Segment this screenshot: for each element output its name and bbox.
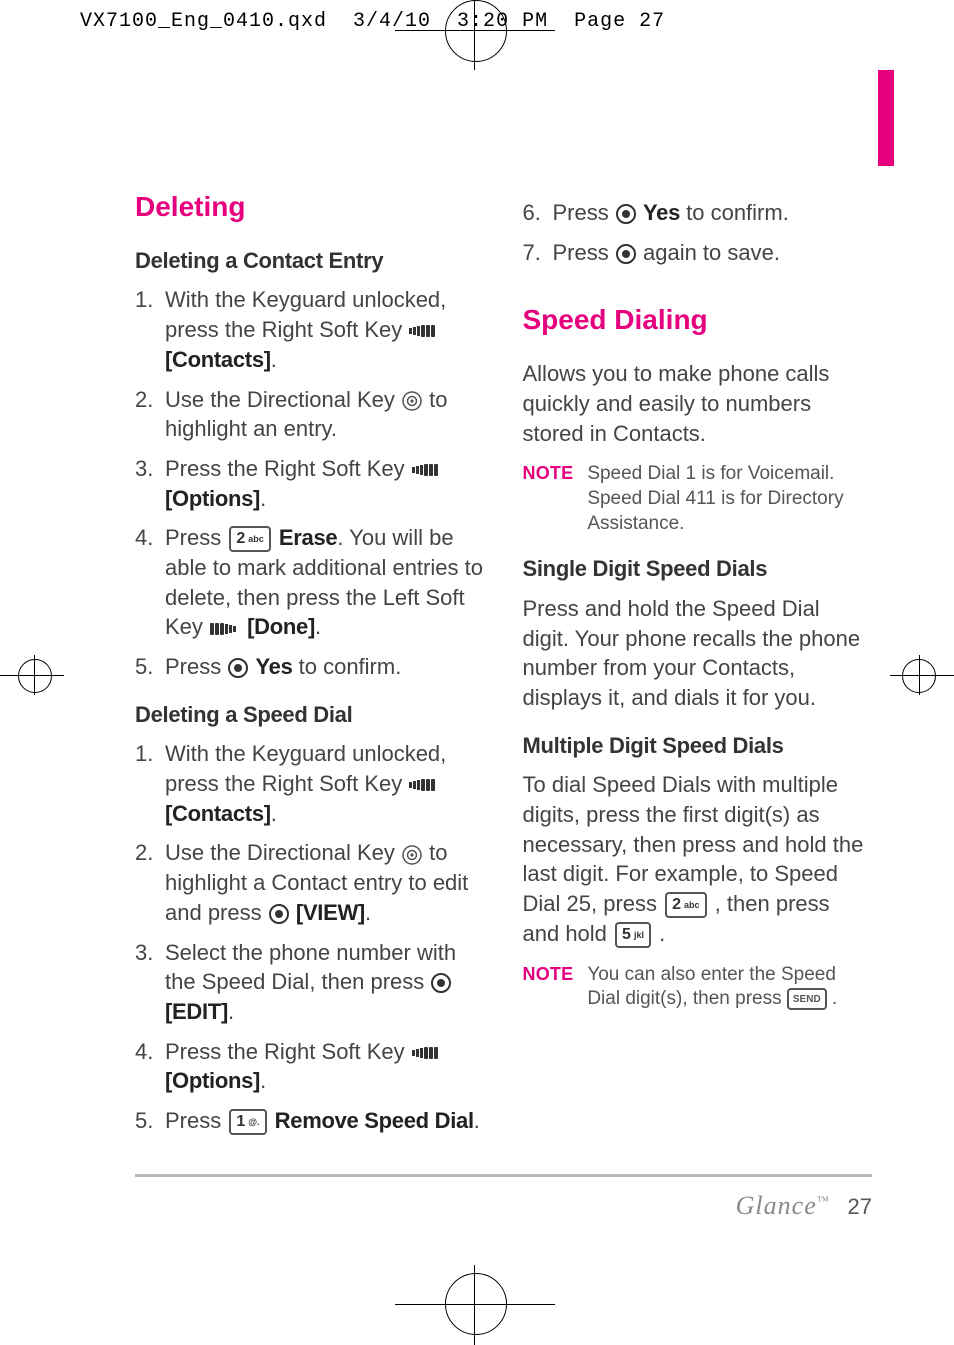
step: Press 2 abc Erase. You will be able to m… <box>135 523 485 642</box>
note-text: You can also enter the Speed Dial digit(… <box>587 963 872 1012</box>
footer-rule <box>135 1174 872 1177</box>
note-label: NOTE <box>523 963 574 1012</box>
note-label: NOTE <box>523 462 574 536</box>
subhead-multi-digit: Multiple Digit Speed Dials <box>523 731 873 761</box>
center-key-icon <box>228 658 248 678</box>
subhead-deleting-speed-dial: Deleting a Speed Dial <box>135 700 485 730</box>
keypad-1-icon: 1 @. <box>229 1109 266 1135</box>
step: With the Keyguard unlocked, press the Ri… <box>135 285 485 374</box>
page-footer: Glance™ 27 <box>736 1191 872 1221</box>
right-soft-key-icon <box>409 779 439 791</box>
right-soft-key-icon <box>412 464 442 476</box>
step: Press the Right Soft Key [Options]. <box>135 454 485 513</box>
steps-deleting-speed-dial: With the Keyguard unlocked, press the Ri… <box>135 739 485 1135</box>
note-send: NOTE You can also enter the Speed Dial d… <box>523 963 873 1012</box>
step: Select the phone number with the Speed D… <box>135 938 485 1027</box>
content-area: Deleting Deleting a Contact Entry With t… <box>135 188 872 1175</box>
right-soft-key-icon <box>409 325 439 337</box>
brand-logo: Glance™ <box>736 1191 830 1221</box>
page-number: 27 <box>848 1194 872 1220</box>
step: Press Yes to confirm. <box>523 198 873 228</box>
steps-deleting-contact: With the Keyguard unlocked, press the Ri… <box>135 285 485 681</box>
note-voicemail: NOTE Speed Dial 1 is for Voicemail. Spee… <box>523 462 873 536</box>
keypad-5-icon: 5 jkl <box>615 922 651 948</box>
note-text: Speed Dial 1 is for Voicemail. Speed Dia… <box>587 462 872 536</box>
step: Press Yes to confirm. <box>135 652 485 682</box>
directional-key-icon <box>402 845 422 865</box>
keypad-2-icon: 2 abc <box>229 526 270 552</box>
document-page: VX7100_Eng_0410.qxd 3/4/10 3:20 PM Page … <box>0 0 954 1335</box>
step: Use the Directional Key to highlight a C… <box>135 838 485 927</box>
registration-mark-right <box>890 655 954 695</box>
step: Press again to save. <box>523 238 873 268</box>
step: Use the Directional Key to highlight an … <box>135 385 485 444</box>
step: Press 1 @. Remove Speed Dial. <box>135 1106 485 1136</box>
section-title-speed-dialing: Speed Dialing <box>523 301 873 339</box>
speed-dial-intro: Allows you to make phone calls quickly a… <box>523 359 873 448</box>
center-key-icon <box>616 244 636 264</box>
steps-continued: Press Yes to confirm. Press again to sav… <box>523 198 873 267</box>
center-key-icon <box>269 904 289 924</box>
center-key-icon <box>431 973 451 993</box>
subhead-single-digit: Single Digit Speed Dials <box>523 554 873 584</box>
registration-mark-left <box>0 655 64 695</box>
subhead-deleting-contact: Deleting a Contact Entry <box>135 246 485 276</box>
left-soft-key-icon <box>210 623 240 635</box>
multi-digit-paragraph: To dial Speed Dials with multiple digits… <box>523 770 873 948</box>
right-column: Press Yes to confirm. Press again to sav… <box>523 188 873 1175</box>
right-soft-key-icon <box>412 1047 442 1059</box>
keypad-2-icon: 2 abc <box>665 892 706 918</box>
step: Press the Right Soft Key [Options]. <box>135 1037 485 1096</box>
center-key-icon <box>616 204 636 224</box>
step: With the Keyguard unlocked, press the Ri… <box>135 739 485 828</box>
directional-key-icon <box>402 391 422 411</box>
single-digit-paragraph: Press and hold the Speed Dial digit. You… <box>523 594 873 713</box>
registration-mark-top <box>445 0 507 62</box>
send-key-icon: SEND <box>787 988 827 1010</box>
section-title-deleting: Deleting <box>135 188 485 226</box>
left-column: Deleting Deleting a Contact Entry With t… <box>135 188 485 1175</box>
section-tab-marker <box>878 70 894 166</box>
